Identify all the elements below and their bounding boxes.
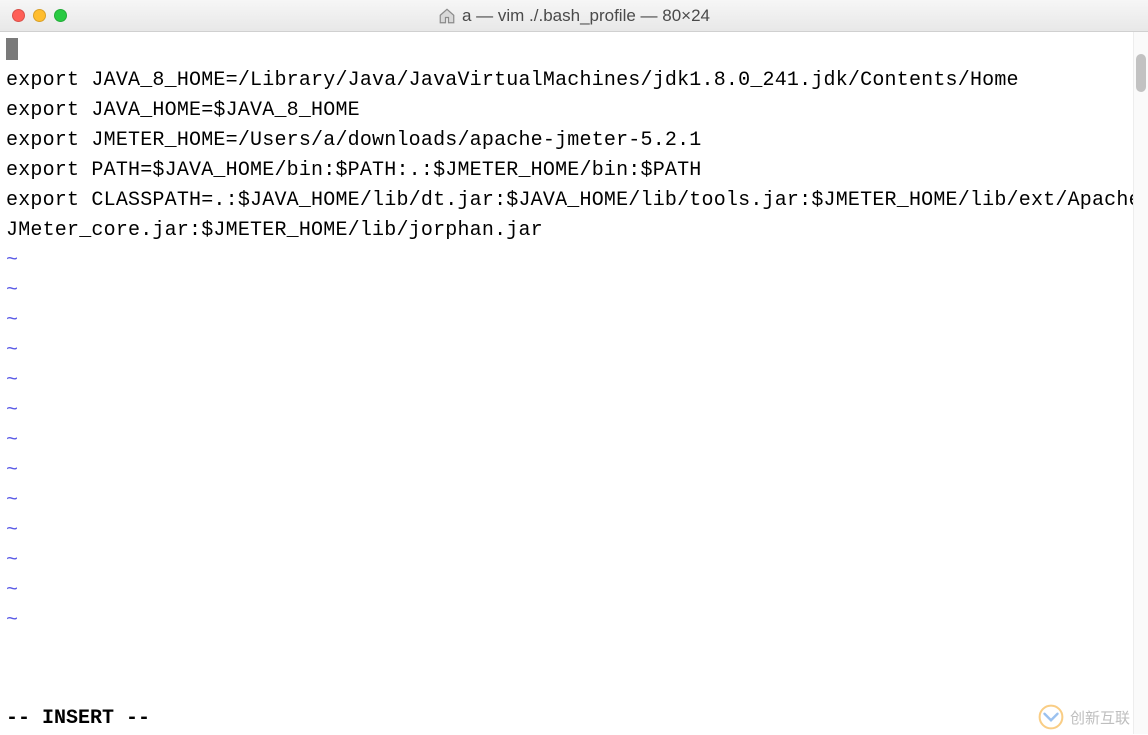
editor-line: export CLASSPATH=.:$JAVA_HOME/lib/dt.jar… bbox=[6, 186, 1142, 246]
vim-empty-line: ~ bbox=[6, 246, 1142, 276]
vim-empty-line: ~ bbox=[6, 606, 1142, 636]
watermark-text: 创新互联 bbox=[1070, 707, 1130, 728]
vim-empty-line: ~ bbox=[6, 516, 1142, 546]
vim-empty-line: ~ bbox=[6, 396, 1142, 426]
vim-status-mode: -- INSERT -- bbox=[6, 707, 150, 730]
vim-empty-line: ~ bbox=[6, 336, 1142, 366]
vim-empty-line: ~ bbox=[6, 306, 1142, 336]
editor-line: export JMETER_HOME=/Users/a/downloads/ap… bbox=[6, 126, 1142, 156]
home-icon bbox=[438, 7, 456, 25]
vim-empty-line: ~ bbox=[6, 486, 1142, 516]
vim-empty-line: ~ bbox=[6, 576, 1142, 606]
scrollbar-thumb[interactable] bbox=[1136, 54, 1146, 92]
close-button[interactable] bbox=[12, 9, 25, 22]
watermark: 创新互联 bbox=[1038, 704, 1130, 730]
window-title-wrapper: a — vim ./.bash_profile — 80×24 bbox=[0, 6, 1148, 26]
scrollbar-vertical[interactable] bbox=[1133, 32, 1148, 734]
vim-empty-line: ~ bbox=[6, 426, 1142, 456]
zoom-button[interactable] bbox=[54, 9, 67, 22]
text-cursor bbox=[6, 38, 18, 60]
editor-line: export JAVA_8_HOME=/Library/Java/JavaVir… bbox=[6, 66, 1142, 96]
vim-empty-line: ~ bbox=[6, 456, 1142, 486]
editor-line: export PATH=$JAVA_HOME/bin:$PATH:.:$JMET… bbox=[6, 156, 1142, 186]
titlebar: a — vim ./.bash_profile — 80×24 bbox=[0, 0, 1148, 32]
window-controls bbox=[0, 9, 67, 22]
vim-empty-line: ~ bbox=[6, 366, 1142, 396]
vim-empty-line: ~ bbox=[6, 276, 1142, 306]
minimize-button[interactable] bbox=[33, 9, 46, 22]
watermark-logo-icon bbox=[1038, 704, 1064, 730]
window-title: a — vim ./.bash_profile — 80×24 bbox=[462, 6, 710, 26]
vim-empty-line: ~ bbox=[6, 546, 1142, 576]
editor-line: export JAVA_HOME=$JAVA_8_HOME bbox=[6, 96, 1142, 126]
editor-area[interactable]: export JAVA_8_HOME=/Library/Java/JavaVir… bbox=[0, 32, 1148, 636]
